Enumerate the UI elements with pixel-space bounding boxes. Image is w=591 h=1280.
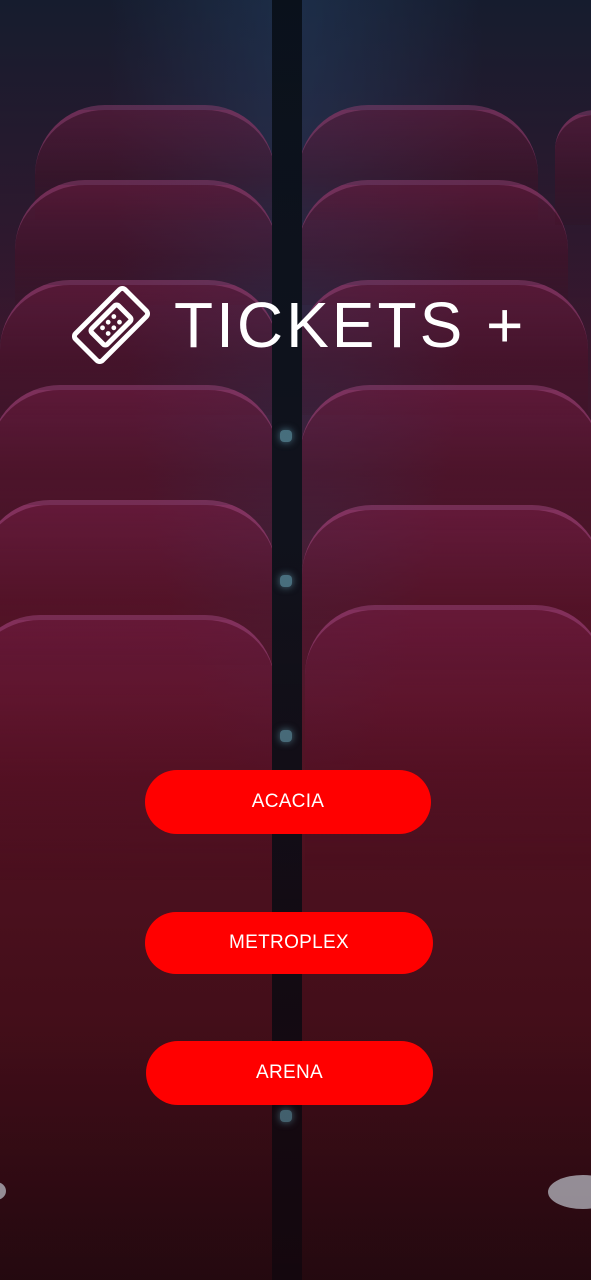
venue-button-metroplex[interactable]: METROPLEX [145,912,433,974]
app-screen: TICKETS + ACACIA METROPLEX ARENA [0,0,591,1280]
ticket-icon [70,284,152,366]
venue-button-acacia[interactable]: ACACIA [145,770,431,834]
venue-button-arena[interactable]: ARENA [146,1041,433,1105]
app-title: TICKETS + [174,289,527,361]
app-logo: TICKETS + [70,280,530,370]
